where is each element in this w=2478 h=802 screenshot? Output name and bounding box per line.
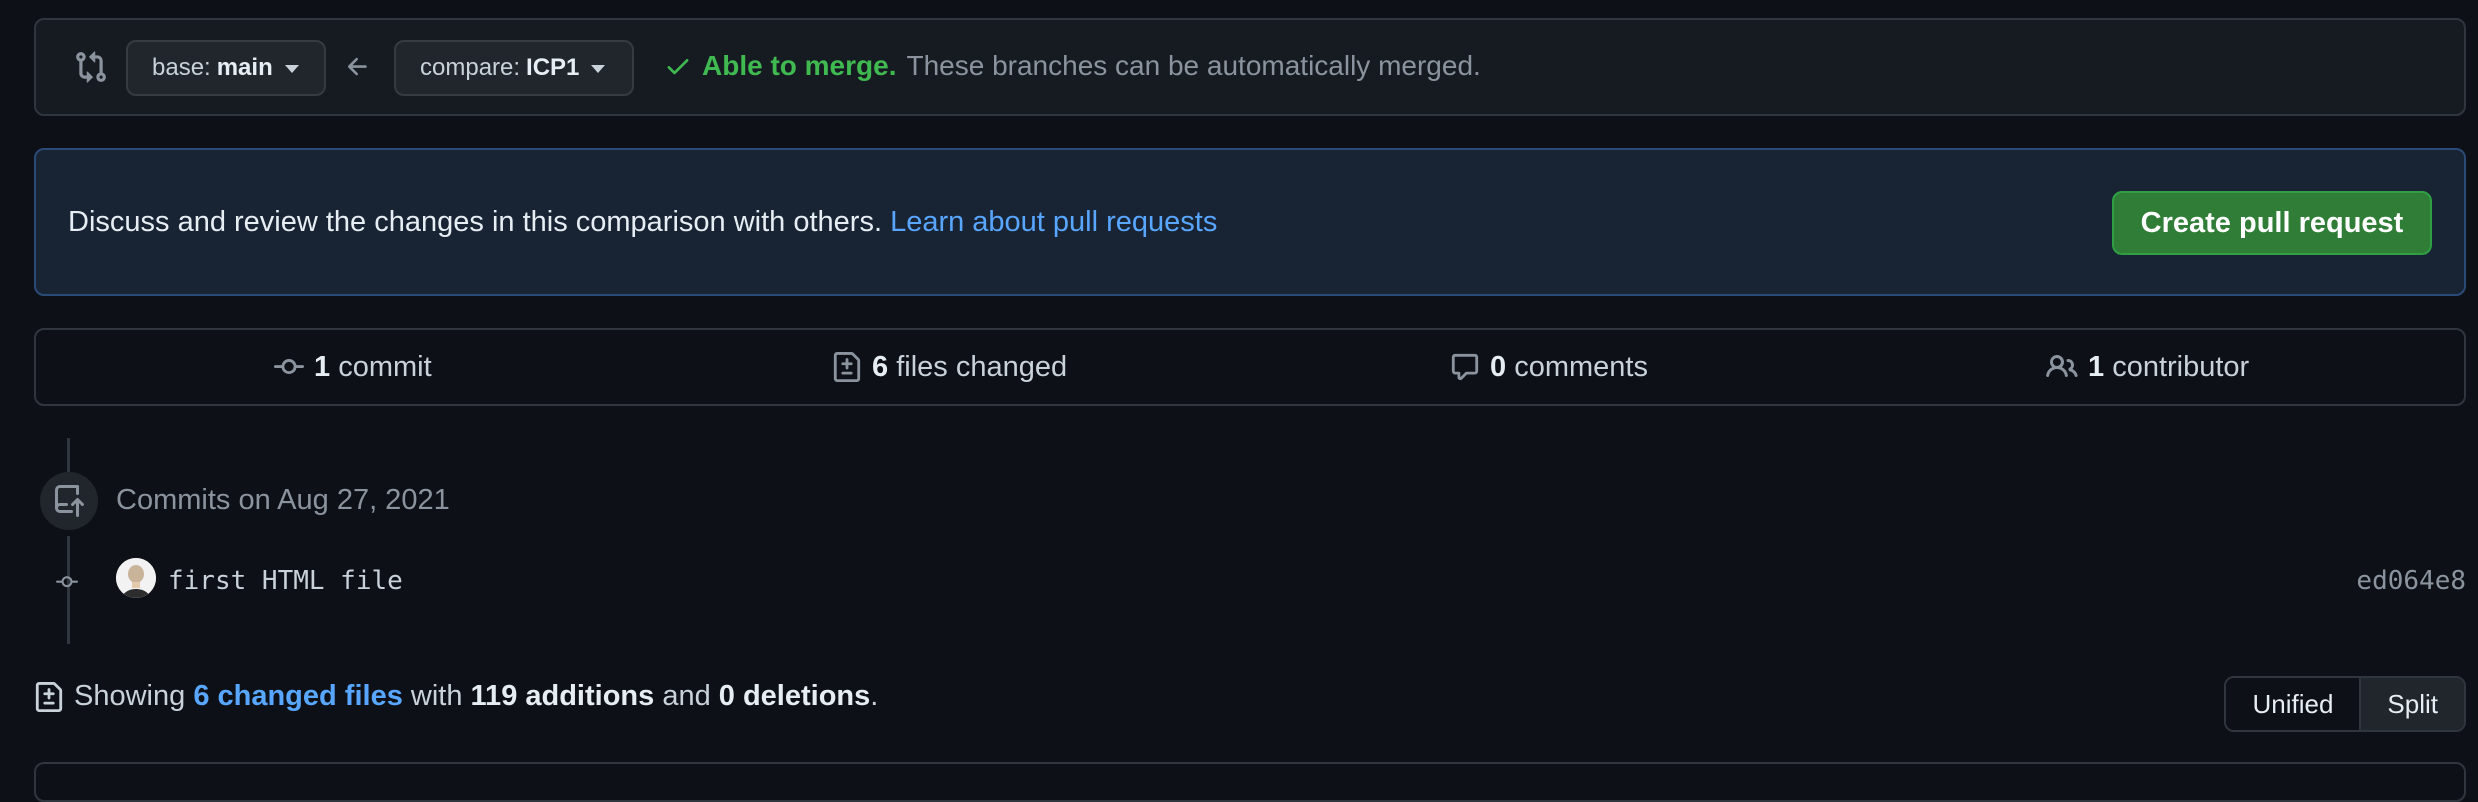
file-diff-icon: [832, 352, 862, 382]
avatar[interactable]: [116, 558, 156, 598]
files-summary-with: with: [410, 680, 463, 712]
compare-branch-value: ICP1: [526, 54, 580, 81]
commits-date-heading: Commits on Aug 27, 2021: [116, 484, 450, 516]
changed-files-link[interactable]: 6 changed files: [193, 680, 403, 712]
comparison-summary: 1 commit 6 files changed 0 comments 1 co…: [34, 328, 2466, 406]
info-message: Discuss and review the changes in this c…: [68, 206, 882, 238]
deletions-count: 0 deletions: [718, 680, 871, 712]
compare-bar: base: main compare: ICP1 Able to merge. …: [34, 18, 2466, 116]
diff-view-toggle: Unified Split: [2224, 676, 2466, 732]
files-label: files changed: [896, 350, 1068, 383]
info-banner: Discuss and review the changes in this c…: [34, 148, 2466, 296]
base-branch-value: main: [216, 54, 273, 81]
git-commit-icon: [50, 571, 84, 598]
file-diff-panel: [34, 762, 2466, 802]
comment-icon: [1450, 352, 1480, 382]
files-summary-suffix: .: [870, 680, 879, 712]
files-summary-prefix: Showing: [74, 680, 186, 712]
contributors-stat[interactable]: 1 contributor: [2046, 330, 2249, 404]
contributors-count: 1: [2088, 350, 2105, 383]
unified-view-button[interactable]: Unified: [2226, 678, 2362, 730]
check-icon: [664, 52, 692, 80]
chevron-down-icon: [284, 65, 299, 73]
info-text: Discuss and review the changes in this c…: [68, 206, 1217, 239]
file-diff-icon: [34, 681, 64, 712]
git-compare-icon: [74, 50, 108, 84]
merge-description: These branches can be automatically merg…: [906, 50, 1481, 81]
comments-stat[interactable]: 0 comments: [1450, 330, 1648, 404]
timeline-line: [67, 438, 70, 472]
merge-ok-text: Able to merge.: [702, 50, 897, 81]
chevron-down-icon: [591, 65, 606, 73]
merge-status: Able to merge. These branches can be aut…: [664, 50, 1481, 82]
files-summary-and: and: [662, 680, 711, 712]
compare-label: compare:: [420, 54, 521, 81]
people-icon: [2046, 351, 2078, 383]
commit-sha-link[interactable]: ed064e8: [2356, 566, 2466, 596]
create-pull-request-button[interactable]: Create pull request: [2112, 191, 2432, 255]
files-changed-stat[interactable]: 6 files changed: [832, 330, 1067, 404]
split-view-button[interactable]: Split: [2361, 678, 2464, 730]
comments-count: 0: [1490, 350, 1507, 383]
commits-label: commit: [338, 350, 432, 383]
base-branch-select[interactable]: base: main: [126, 40, 326, 96]
comments-label: comments: [1514, 350, 1648, 383]
base-label: base:: [152, 54, 211, 81]
repo-push-icon: [53, 485, 85, 517]
files-summary: Showing 6 changed files with 119 additio…: [34, 680, 878, 713]
git-commit-icon: [274, 352, 304, 382]
commits-count: 1: [314, 350, 331, 383]
files-count: 6: [872, 350, 889, 383]
arrow-left-icon: [344, 53, 372, 81]
commit-group-badge: [40, 472, 98, 530]
commit-message-link[interactable]: first HTML file: [168, 566, 403, 596]
contributors-label: contributor: [2112, 350, 2250, 383]
additions-count: 119 additions: [470, 680, 655, 712]
commits-stat[interactable]: 1 commit: [274, 330, 432, 404]
compare-branch-select[interactable]: compare: ICP1: [394, 40, 634, 96]
learn-about-pull-requests-link[interactable]: Learn about pull requests: [890, 206, 1217, 238]
